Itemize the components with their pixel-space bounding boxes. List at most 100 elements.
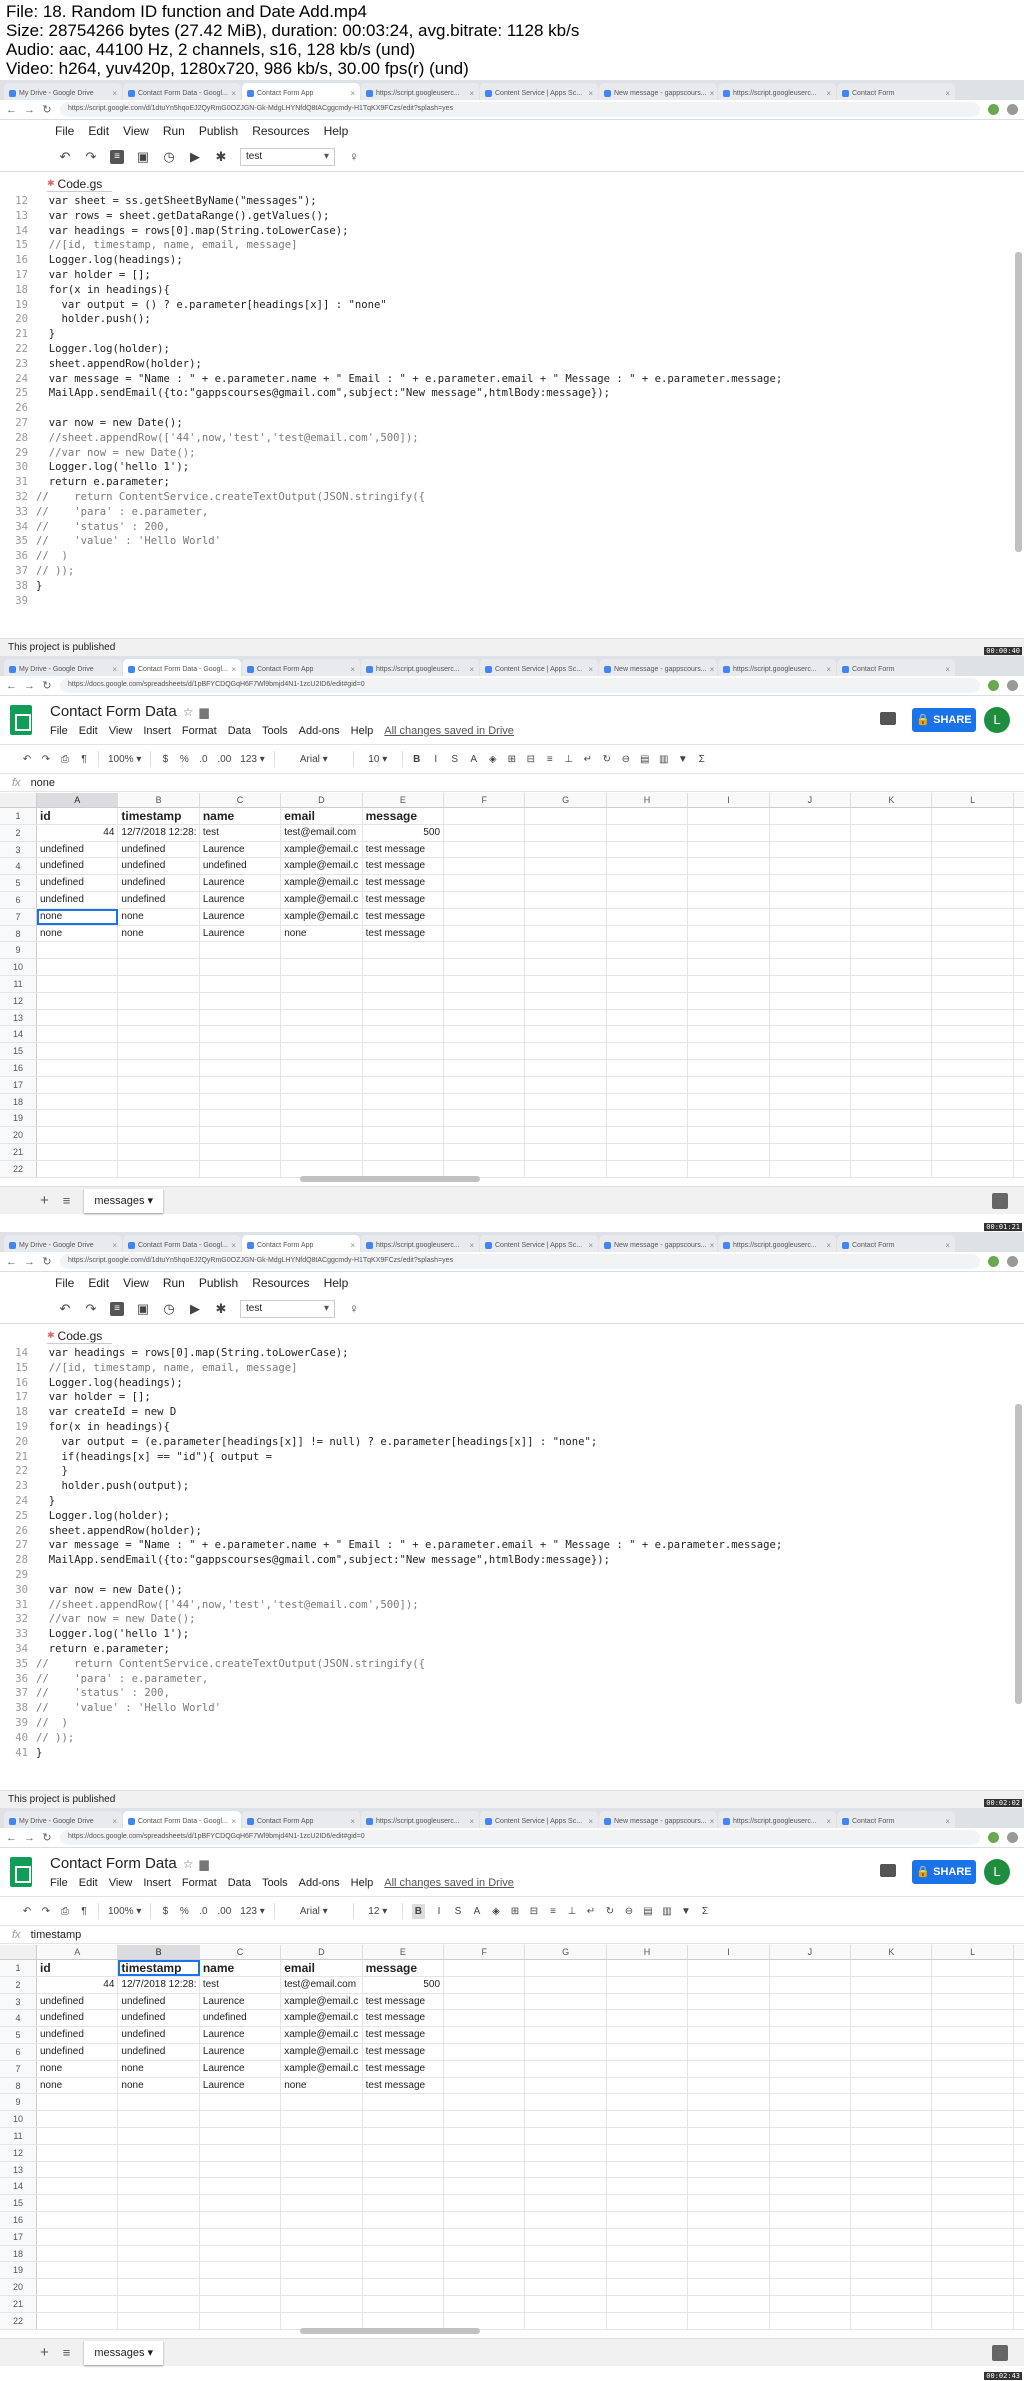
cell[interactable] bbox=[851, 2312, 933, 2329]
menu-item[interactable]: Data bbox=[228, 725, 251, 737]
cell[interactable] bbox=[770, 975, 852, 992]
close-icon[interactable]: × bbox=[469, 665, 474, 674]
reload-icon[interactable]: ↻ bbox=[42, 103, 52, 116]
cell[interactable] bbox=[688, 2127, 770, 2144]
column-header[interactable]: J bbox=[770, 793, 852, 807]
cell[interactable] bbox=[444, 858, 526, 875]
cell[interactable] bbox=[118, 1143, 200, 1160]
cell[interactable] bbox=[281, 2178, 363, 2195]
cell[interactable] bbox=[281, 1127, 363, 1143]
cell[interactable] bbox=[688, 2195, 770, 2211]
browser-tab[interactable]: Contact Form × bbox=[837, 1811, 955, 1828]
cell[interactable] bbox=[200, 2295, 282, 2312]
row-header[interactable]: 17 bbox=[0, 2228, 37, 2245]
run-icon[interactable]: ▶ bbox=[188, 149, 202, 165]
cell[interactable] bbox=[525, 858, 607, 875]
close-icon[interactable]: × bbox=[112, 1241, 117, 1250]
cell[interactable]: test message bbox=[363, 2077, 445, 2094]
cell[interactable] bbox=[688, 1076, 770, 1093]
cell[interactable] bbox=[688, 2161, 770, 2178]
close-icon[interactable]: × bbox=[826, 665, 831, 674]
text-color-button[interactable]: A bbox=[472, 1906, 482, 1917]
wrap-icon[interactable]: ↵ bbox=[583, 754, 593, 765]
cell[interactable] bbox=[770, 1009, 852, 1026]
browser-tab[interactable]: Contact Form × bbox=[837, 83, 955, 100]
cell[interactable] bbox=[444, 1993, 526, 2010]
menu-item[interactable]: File bbox=[50, 1877, 68, 1889]
cell[interactable] bbox=[281, 1076, 363, 1093]
cell[interactable] bbox=[607, 1059, 689, 1076]
print-icon[interactable]: ⎙ bbox=[60, 754, 70, 765]
cell[interactable] bbox=[770, 2228, 852, 2245]
cell[interactable] bbox=[281, 2161, 363, 2178]
browser-tab[interactable]: New message - gappscours... × bbox=[599, 1235, 717, 1252]
cell[interactable] bbox=[932, 1976, 1014, 1993]
cell[interactable] bbox=[444, 2211, 526, 2228]
cell[interactable]: test message bbox=[363, 2027, 445, 2043]
cell[interactable]: Laurence bbox=[200, 925, 282, 942]
cell[interactable] bbox=[932, 2094, 1014, 2111]
column-header[interactable]: J bbox=[770, 1945, 852, 1959]
cell[interactable] bbox=[851, 959, 933, 975]
cell[interactable] bbox=[688, 1160, 770, 1177]
cell[interactable] bbox=[607, 2195, 689, 2211]
cell[interactable] bbox=[932, 2027, 1014, 2043]
close-icon[interactable]: × bbox=[945, 1817, 950, 1826]
cell[interactable]: xample@email.c bbox=[281, 841, 363, 858]
cell[interactable] bbox=[770, 2077, 852, 2094]
cell[interactable] bbox=[688, 1993, 770, 2010]
cell[interactable]: test@email.com bbox=[281, 1976, 363, 1993]
cell[interactable] bbox=[363, 942, 445, 959]
cell[interactable]: xample@email.c bbox=[281, 2060, 363, 2077]
cell[interactable]: test@email.com bbox=[281, 824, 363, 841]
cell[interactable] bbox=[37, 942, 119, 959]
browser-tab[interactable]: New message - gappscours... × bbox=[599, 659, 717, 676]
cell[interactable] bbox=[525, 1143, 607, 1160]
cell[interactable] bbox=[851, 1160, 933, 1177]
row-header[interactable]: 16 bbox=[0, 1059, 37, 1076]
column-header[interactable]: F bbox=[444, 1945, 526, 1959]
browser-tab[interactable]: Contact Form App × bbox=[242, 83, 360, 100]
cell[interactable] bbox=[444, 1960, 526, 1976]
row-header[interactable]: 19 bbox=[0, 1110, 37, 1127]
close-icon[interactable]: × bbox=[231, 1241, 236, 1250]
cell[interactable] bbox=[525, 875, 607, 891]
cell[interactable]: 500 bbox=[363, 1976, 445, 1993]
cell[interactable] bbox=[851, 2010, 933, 2027]
cell[interactable] bbox=[37, 2312, 119, 2329]
cell[interactable] bbox=[688, 1059, 770, 1076]
cell[interactable] bbox=[932, 2161, 1014, 2178]
cell[interactable] bbox=[281, 2094, 363, 2111]
browser-tab[interactable]: https://script.googleuserc... × bbox=[718, 1235, 836, 1252]
merge-icon[interactable]: ⊟ bbox=[529, 1906, 539, 1917]
wrap-icon[interactable]: ↵ bbox=[586, 1906, 596, 1917]
browser-tab[interactable]: New message - gappscours... × bbox=[599, 83, 717, 100]
cell[interactable] bbox=[607, 2027, 689, 2043]
cell[interactable] bbox=[770, 2027, 852, 2043]
cell[interactable] bbox=[118, 2262, 200, 2279]
row-header[interactable]: 21 bbox=[0, 2295, 37, 2312]
menu-item[interactable]: View bbox=[109, 725, 133, 737]
star-icon[interactable]: ☆ bbox=[183, 705, 194, 719]
cell[interactable] bbox=[37, 1110, 119, 1127]
row-header[interactable]: 11 bbox=[0, 2127, 37, 2144]
cell[interactable]: none bbox=[37, 2060, 119, 2077]
close-icon[interactable]: × bbox=[231, 89, 236, 98]
cell[interactable] bbox=[688, 2111, 770, 2127]
cell[interactable] bbox=[118, 2144, 200, 2161]
cell[interactable] bbox=[770, 2279, 852, 2295]
cell[interactable] bbox=[118, 992, 200, 1009]
cell[interactable] bbox=[688, 858, 770, 875]
cell[interactable]: xample@email.c bbox=[281, 2043, 363, 2060]
sheets-logo-icon[interactable] bbox=[10, 1857, 32, 1887]
cell[interactable] bbox=[281, 942, 363, 959]
cell[interactable] bbox=[444, 2178, 526, 2195]
cell[interactable] bbox=[200, 2144, 282, 2161]
browser-tab[interactable]: Content Service | Apps Sc... × bbox=[480, 1235, 598, 1252]
back-icon[interactable]: ← bbox=[6, 104, 17, 116]
cell[interactable] bbox=[281, 1160, 363, 1177]
cell[interactable] bbox=[118, 2195, 200, 2211]
cell[interactable] bbox=[281, 959, 363, 975]
fill-color-icon[interactable]: ◈ bbox=[491, 1906, 501, 1917]
cell[interactable] bbox=[607, 824, 689, 841]
